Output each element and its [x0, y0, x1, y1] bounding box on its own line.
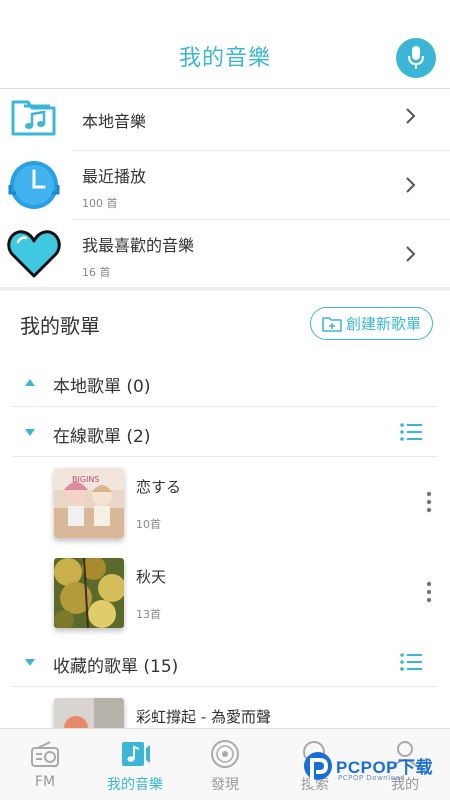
- group-divider: [12, 686, 438, 687]
- list-manage-icon[interactable]: [400, 653, 422, 671]
- nav-discover[interactable]: 發現: [180, 729, 270, 800]
- menu-local-music[interactable]: 本地音樂: [0, 88, 450, 156]
- playlist-row[interactable]: BIGINS 恋する 10首: [0, 458, 450, 558]
- clock-icon: [8, 161, 60, 209]
- pcpop-logo-icon: [304, 752, 332, 786]
- playlist-name: 彩虹撐起 - 為愛而聲: [136, 708, 271, 726]
- menu-favorites[interactable]: 我最喜歡的音樂 16 首: [0, 220, 450, 288]
- group-divider: [12, 456, 438, 457]
- section-separator: [0, 287, 450, 291]
- group-label: 本地歌單 (0): [53, 377, 151, 397]
- menu-count: 100 首: [82, 197, 118, 210]
- playlists-title: 我的歌單: [20, 314, 100, 338]
- chevron-right-icon: [406, 177, 416, 193]
- create-playlist-label: 創建新歌單: [345, 315, 421, 333]
- create-playlist-button[interactable]: 創建新歌單: [310, 307, 433, 340]
- group-online-playlists[interactable]: 在線歌單 (2): [0, 408, 450, 456]
- chevron-right-icon: [406, 108, 416, 124]
- heart-icon: [7, 230, 61, 278]
- group-divider: [12, 406, 438, 407]
- nav-label: FM: [34, 774, 56, 790]
- music-note-icon: [122, 742, 150, 766]
- more-options-icon[interactable]: [426, 491, 432, 513]
- svg-text:BIGINS: BIGINS: [72, 475, 99, 484]
- playlist-name: 秋天: [136, 568, 167, 586]
- disc-icon: [211, 740, 239, 768]
- group-collected-playlists[interactable]: 收藏的歌單 (15): [0, 638, 450, 686]
- playlist-cover: [54, 698, 124, 728]
- page-title: 我的音樂: [178, 46, 271, 71]
- menu-count: 16 首: [82, 266, 111, 279]
- add-folder-icon: [322, 316, 342, 332]
- group-label: 在線歌單 (2): [53, 427, 151, 447]
- more-options-icon[interactable]: [426, 581, 432, 603]
- playlist-row[interactable]: 彩虹撐起 - 為愛而聲: [0, 688, 450, 728]
- playlist-name: 恋する: [136, 478, 182, 496]
- menu-label: 我最喜歡的音樂: [82, 236, 195, 255]
- menu-label: 本地音樂: [82, 112, 147, 131]
- menu-label: 最近播放: [82, 167, 147, 186]
- menu-recent-play[interactable]: 最近播放 100 首: [0, 151, 450, 219]
- playlist-cover: BIGINS: [54, 468, 124, 538]
- playlist-cover: [54, 558, 124, 628]
- caret-down-icon: [25, 659, 35, 666]
- nav-my-music[interactable]: 我的音樂: [90, 729, 180, 800]
- playlist-row[interactable]: 秋天 13首: [0, 548, 450, 648]
- playlist-count: 10首: [136, 518, 161, 531]
- watermark-logo: PCPOP下载 PCPOP Download: [300, 750, 450, 790]
- caret-up-icon: [25, 379, 35, 386]
- header: 我的音樂: [0, 0, 450, 88]
- playlist-count: 13首: [136, 608, 161, 621]
- microphone-icon: [408, 46, 424, 69]
- radio-icon: [31, 741, 59, 767]
- chevron-right-icon: [406, 246, 416, 262]
- group-label: 收藏的歌單 (15): [53, 657, 179, 677]
- nav-fm[interactable]: FM: [0, 729, 90, 800]
- watermark-subtext: PCPOP Download: [338, 774, 406, 782]
- nav-label: 我的音樂: [107, 777, 163, 793]
- nav-label: 發現: [211, 777, 239, 793]
- music-folder-icon: [11, 100, 56, 136]
- list-manage-icon[interactable]: [400, 423, 422, 441]
- group-local-playlists[interactable]: 本地歌單 (0): [0, 358, 450, 406]
- caret-down-icon: [25, 429, 35, 436]
- voice-search-button[interactable]: [396, 38, 436, 78]
